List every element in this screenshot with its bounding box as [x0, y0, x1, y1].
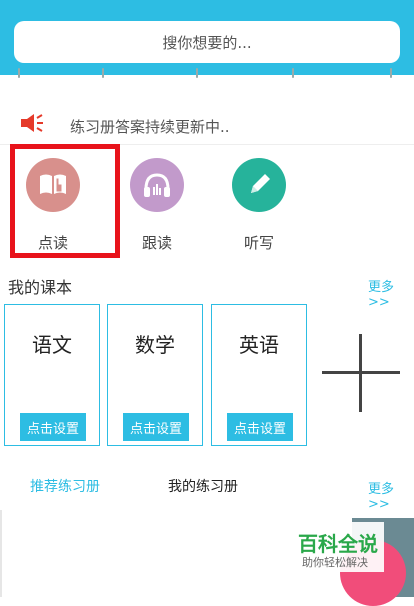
textbooks-more-link[interactable]: 更多>>	[368, 276, 414, 310]
divider	[0, 510, 2, 597]
search-placeholder: 搜你想要的...	[162, 33, 252, 52]
add-book-icon[interactable]	[322, 334, 400, 412]
binder-rings	[0, 68, 414, 80]
search-input[interactable]: 搜你想要的...	[14, 21, 400, 63]
speaker-icon	[21, 114, 43, 132]
book-card-math[interactable]: 数学 点击设置	[107, 304, 203, 446]
notice-text: 练习册答案持续更新中..	[70, 118, 230, 136]
func-label: 跟读	[141, 234, 172, 252]
set-button[interactable]: 点击设置	[20, 413, 86, 441]
watermark: 百科全说 助你轻松解决	[284, 522, 384, 572]
notice-bar[interactable]: 练习册答案持续更新中..	[0, 104, 414, 145]
highlight-box	[10, 144, 120, 258]
headphones-icon	[130, 158, 184, 212]
workbook-tabs: 推荐练习册 我的练习册 更多>>	[0, 470, 414, 512]
book-card-english[interactable]: 英语 点击设置	[211, 304, 307, 446]
set-button[interactable]: 点击设置	[123, 413, 189, 441]
set-button[interactable]: 点击设置	[227, 413, 293, 441]
tabs-more-link[interactable]: 更多>>	[368, 478, 414, 512]
tab-recommended[interactable]: 推荐练习册	[30, 476, 100, 496]
book-card-chinese[interactable]: 语文 点击设置	[4, 304, 100, 446]
book-name: 数学	[135, 333, 175, 357]
func-ting-xie[interactable]: 听写	[224, 158, 294, 258]
watermark-subtitle: 助你轻松解决	[302, 556, 368, 569]
my-textbooks-title: 我的课本	[8, 278, 73, 297]
func-gen-du[interactable]: 跟读	[122, 158, 192, 258]
watermark-title: 百科全说	[298, 532, 378, 556]
book-name: 语文	[32, 333, 72, 357]
tab-mine[interactable]: 我的练习册	[168, 476, 238, 496]
header-bar: 搜你想要的...	[0, 0, 414, 75]
pencil-icon	[232, 158, 286, 212]
func-label: 听写	[243, 234, 274, 252]
book-name: 英语	[239, 333, 279, 357]
